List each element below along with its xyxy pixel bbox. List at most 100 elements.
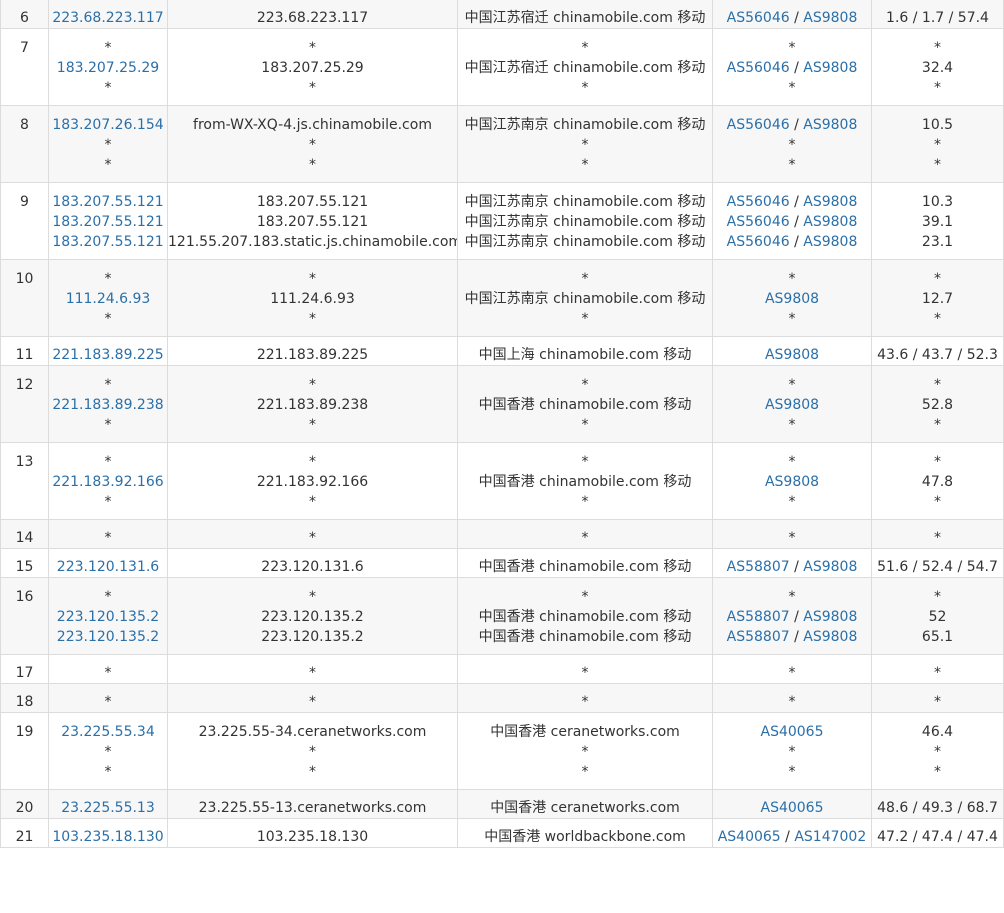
asn-link[interactable]: AS9808 xyxy=(803,234,857,250)
ip-link[interactable]: 183.207.25.29 xyxy=(57,60,159,76)
asn-line: * xyxy=(713,415,871,435)
geo-line: 中国香港 chinamobile.com 移动 xyxy=(478,474,692,490)
asn-link[interactable]: AS58807 xyxy=(727,629,790,645)
ip-link[interactable]: 111.24.6.93 xyxy=(66,291,151,307)
asn-cell: * xyxy=(712,519,872,549)
ip-link[interactable]: 221.183.89.238 xyxy=(52,397,163,413)
asn-line: AS9808 xyxy=(713,472,871,492)
ip-link[interactable]: 223.120.135.2 xyxy=(57,609,159,625)
asn-link[interactable]: AS9808 xyxy=(803,214,857,230)
asn-line: * xyxy=(713,692,871,712)
asn-link[interactable]: AS56046 xyxy=(727,194,790,210)
ip-line: 183.207.26.154 xyxy=(49,115,167,135)
geo-line: * xyxy=(581,694,589,710)
ip-line: 223.120.135.2 xyxy=(49,607,167,627)
asn-link[interactable]: AS9808 xyxy=(803,60,857,76)
ip-link[interactable]: 23.225.55.34 xyxy=(61,724,155,740)
rtt-line: 46.4 xyxy=(921,724,954,740)
asn-cell: * AS56046 / AS9808 * xyxy=(712,28,872,106)
ip-link[interactable]: 23.225.55.13 xyxy=(61,800,155,816)
asn-link[interactable]: AS56046 xyxy=(727,10,790,26)
ip-link[interactable]: 221.183.89.225 xyxy=(52,347,163,363)
asn-link[interactable]: AS9808 xyxy=(765,347,819,363)
asn-line: * xyxy=(713,78,871,98)
latency-cell: * xyxy=(871,683,1004,713)
ip-link[interactable]: 223.120.131.6 xyxy=(57,559,159,575)
asn-link[interactable]: AS9808 xyxy=(803,559,857,575)
host-line: 23.225.55-34.ceranetworks.com xyxy=(198,724,427,740)
geo-line: * xyxy=(581,157,589,173)
rtt-line: * xyxy=(934,589,941,605)
host-line: * xyxy=(309,80,316,96)
asn-link[interactable]: AS9808 xyxy=(803,609,857,625)
geo-cell: * xyxy=(457,654,713,684)
asn-link[interactable]: AS40065 xyxy=(761,800,824,816)
asn-link[interactable]: AS9808 xyxy=(765,291,819,307)
asn-link[interactable]: AS56046 xyxy=(727,60,790,76)
host-line: 183.207.55.121 xyxy=(256,194,369,210)
asn-link[interactable]: AS56046 xyxy=(727,214,790,230)
ip-link[interactable]: 183.207.55.121 xyxy=(52,234,163,250)
asn-line: * xyxy=(713,762,871,782)
geo-line: * xyxy=(581,764,589,780)
asn-link[interactable]: AS9808 xyxy=(803,194,857,210)
rtt-line: 52.8 xyxy=(921,397,954,413)
ip-line: 223.120.131.6 xyxy=(49,557,167,577)
ip-link[interactable]: 221.183.92.166 xyxy=(52,474,163,490)
asn-link[interactable]: AS56046 xyxy=(727,234,790,250)
hop-row: 7 * 183.207.25.29 * * 183.207.25.29 * * 中国江苏宿迁 c… xyxy=(0,28,1004,106)
rtt-line: * xyxy=(934,311,941,327)
ip-line: * xyxy=(104,694,112,710)
asn-link[interactable]: AS40065 xyxy=(761,724,824,740)
rtt-line: * xyxy=(934,40,941,56)
geo-cell: * 中国香港 chinamobile.com 移动 * xyxy=(457,442,713,520)
hop-row: 16 * 223.120.135.2 223.120.135.2 * 223.120.13… xyxy=(0,577,1004,655)
host-line: * xyxy=(309,454,316,470)
ip-link[interactable]: 103.235.18.130 xyxy=(52,829,163,845)
asn-link[interactable]: AS58807 xyxy=(727,559,790,575)
latency-cell: 51.6 / 52.4 / 54.7 xyxy=(871,548,1004,578)
asn-cell: AS40065 / AS147002 xyxy=(712,818,872,848)
asn-link[interactable]: AS9808 xyxy=(765,474,819,490)
asn-link[interactable]: AS9808 xyxy=(803,10,857,26)
asn-link[interactable]: AS56046 xyxy=(727,117,790,133)
no-reply-marker: * xyxy=(788,764,796,780)
asn-cell: * xyxy=(712,654,872,684)
ip-cell: 23.225.55.34 * * xyxy=(48,712,168,790)
hostname-cell: 23.225.55-13.ceranetworks.com xyxy=(167,789,458,819)
latency-cell: 10.3 39.1 23.1 xyxy=(871,182,1004,260)
rtt-line: * xyxy=(934,694,941,710)
traceroute-body: 6 223.68.223.117 223.68.223.117 中国江苏宿迁 chin… xyxy=(0,0,1004,848)
ip-cell: 183.207.55.121 183.207.55.121 183.207.55.1… xyxy=(48,182,168,260)
asn-link[interactable]: AS58807 xyxy=(727,609,790,625)
geo-cell: 中国香港 ceranetworks.com * * xyxy=(457,712,713,790)
ip-link[interactable]: 183.207.55.121 xyxy=(52,194,163,210)
rtt-line: 65.1 xyxy=(921,629,954,645)
asn-line: * xyxy=(713,452,871,472)
ip-link[interactable]: 223.68.223.117 xyxy=(52,10,163,26)
host-line: * xyxy=(309,589,316,605)
asn-link[interactable]: AS9808 xyxy=(803,117,857,133)
ip-link[interactable]: 183.207.26.154 xyxy=(52,117,163,133)
ip-line: 23.225.55.34 xyxy=(49,722,167,742)
asn-line: AS56046 / AS9808 xyxy=(713,115,871,135)
asn-link[interactable]: AS9808 xyxy=(803,629,857,645)
geo-line: 中国香港 worldbackbone.com xyxy=(484,829,686,845)
asn-link[interactable]: AS9808 xyxy=(765,397,819,413)
geo-cell: * 中国香港 chinamobile.com 移动 中国香港 chinamobile… xyxy=(457,577,713,655)
geo-line: * xyxy=(581,665,589,681)
ip-line: * xyxy=(104,137,112,153)
ip-line: 223.68.223.117 xyxy=(49,8,167,28)
ip-link[interactable]: 183.207.55.121 xyxy=(52,214,163,230)
hop-row: 6 223.68.223.117 223.68.223.117 中国江苏宿迁 chin… xyxy=(0,0,1004,29)
hop-row: 12 * 221.183.89.238 * * 221.183.89.238 * * 中国香港 … xyxy=(0,365,1004,443)
asn-link[interactable]: AS40065 xyxy=(718,829,781,845)
ip-cell: 103.235.18.130 xyxy=(48,818,168,848)
geo-line: 中国香港 chinamobile.com 移动 xyxy=(478,629,692,645)
rtt-line: 39.1 xyxy=(921,214,954,230)
geo-line: * xyxy=(581,80,589,96)
asn-line: AS58807 / AS9808 xyxy=(713,627,871,647)
hop-number: 13 xyxy=(0,442,49,520)
asn-link[interactable]: AS147002 xyxy=(794,829,866,845)
ip-link[interactable]: 223.120.135.2 xyxy=(57,629,159,645)
